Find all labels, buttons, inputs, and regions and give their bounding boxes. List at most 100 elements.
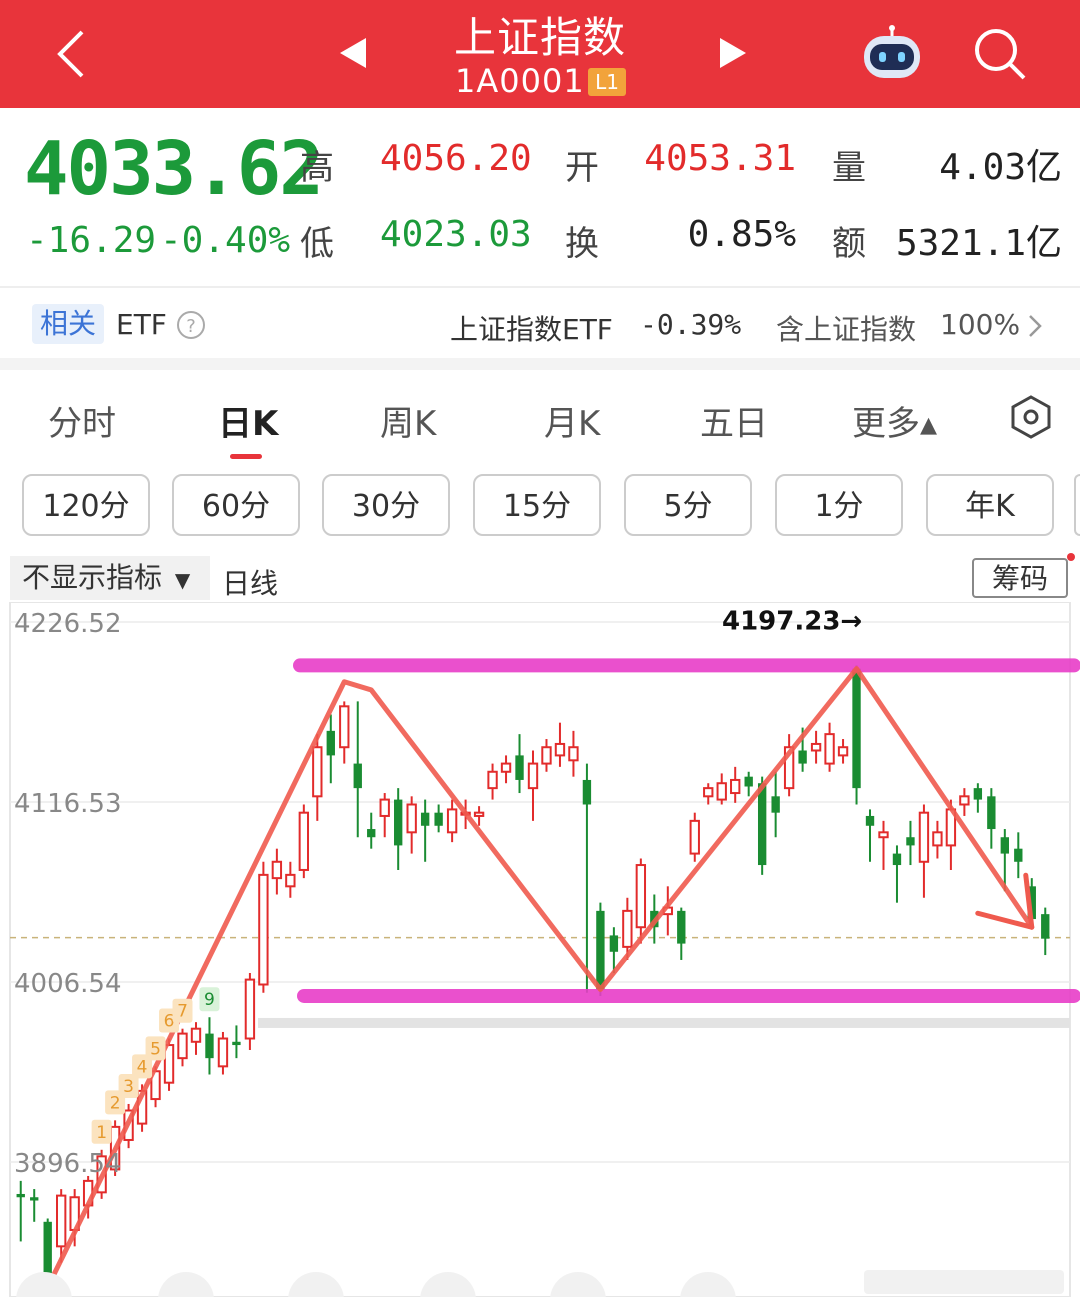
price-change-pct: -0.40% [160,220,291,261]
related-tag: 相关 [32,304,104,344]
low-value: 4023.03 [380,214,532,255]
period-chip-overflow [1074,474,1080,536]
settings-hexagon-icon[interactable] [1008,394,1054,440]
candle-body-up [312,746,323,798]
candle-body-down [677,910,686,944]
candle-body-up [568,746,579,762]
candle-body-up [473,811,485,817]
sequence-number: 3 [123,1077,134,1097]
stock-code: 1A0001 [455,62,585,100]
turnover-label: 换 [565,224,599,264]
candle-body-down [609,935,619,952]
candle-body-down [515,755,524,780]
chevron-right-icon[interactable] [1026,312,1044,340]
bottom-toolbar-hint [16,1270,1064,1297]
level-badge: L1 [588,68,626,96]
tab-intraday[interactable]: 分时 [48,396,116,445]
tab-monthly-k[interactable]: 月K [544,396,600,445]
candle-body-up [959,795,970,806]
robot-assistant-icon[interactable] [860,24,924,84]
etf-contains-pct: 100% [940,308,1021,341]
etf-fund-name[interactable]: 上证指数ETF [450,308,613,348]
candle-body-up [730,778,741,795]
period-15min[interactable]: 15分 [473,474,601,536]
page-title: 上证指数 [453,13,626,62]
y-tick-label: 4006.54 [14,969,122,999]
volume-value: 4.03亿 [939,147,1062,188]
chart-frame [9,602,1071,1297]
sequence-number: 9 [204,990,215,1010]
y-tick-label: 4116.53 [14,789,122,819]
candle-body-up [932,831,943,847]
candlestick-chart[interactable]: 4226.524116.534006.543896.54123456 794197… [0,602,1080,1297]
candle-body-up [446,808,458,834]
candle-body-down [1041,914,1050,939]
candle-body-up [177,1032,188,1060]
line-type-label: 日线 [222,567,279,600]
chips-button[interactable]: 筹码 [972,558,1068,598]
candle-body-down [232,1041,241,1046]
candle-body-up [244,978,256,1040]
indicator-selector-label: 不显示指标 [22,561,163,594]
tab-more[interactable]: 更多▴ [852,396,937,445]
price-change: -16.29 [26,220,157,261]
candle-body-down [771,796,780,813]
period-yearly-k[interactable]: 年K [926,474,1054,536]
candle-body-up [217,1037,229,1068]
candle-body-down [434,812,443,826]
candle-body-down [973,788,983,800]
etf-fund-change: -0.39% [640,308,742,341]
low-label: 低 [300,224,334,264]
tab-daily-k[interactable]: 日K [218,396,278,445]
candle-body-up [258,873,269,986]
candle-body-down [906,837,915,846]
help-icon[interactable]: ? [176,310,206,340]
candle-body-up [379,798,390,817]
tab-weekly-k[interactable]: 周K [380,396,436,445]
high-value: 4056.20 [380,138,532,179]
candle-body-down [205,1033,214,1059]
volume-divider-bar [258,1017,1070,1028]
candle-body-up [541,746,552,765]
sequence-number: 4 [137,1057,148,1077]
back-arrow-icon[interactable] [50,28,90,80]
tab-five-day[interactable]: 五日 [700,396,768,445]
divider [0,286,1080,288]
candle-body-down [420,812,430,826]
period-60min[interactable]: 60分 [172,474,300,536]
candle-body-down [596,910,605,990]
candle-body-up [190,1027,202,1043]
sequence-number: 1 [96,1123,107,1143]
search-icon[interactable] [972,26,1028,82]
open-value: 4053.31 [644,138,796,179]
period-1min[interactable]: 1分 [775,474,903,536]
candle-body-down [326,730,335,756]
candle-body-up [339,705,350,749]
next-triangle-icon[interactable] [716,36,748,70]
etf-label: ETF [116,308,167,341]
candle-body-down [798,750,807,764]
y-tick-label: 3896.54 [14,1149,122,1179]
candle-body-down [865,815,875,826]
candle-body-down [16,1193,25,1198]
candle-body-up [500,762,512,773]
etf-contains: 含上证指数 [776,313,917,346]
period-120min[interactable]: 120分 [22,474,150,536]
candle-body-down [394,799,403,846]
candle-body-up [716,782,727,801]
candle-body-up [824,733,835,765]
open-label: 开 [565,148,599,188]
candle-body-up [837,746,849,757]
peak-annotation: 4197.23→ [722,606,862,636]
period-30min[interactable]: 30分 [322,474,450,536]
period-5min[interactable]: 5分 [624,474,752,536]
sequence-number: 5 [150,1039,161,1059]
prev-triangle-icon[interactable] [338,36,370,70]
candle-body-down [582,779,592,805]
volume-label: 量 [832,148,866,188]
svg-text:?: ? [186,316,196,337]
candle-body-up [878,831,889,839]
turnover-value: 0.85% [687,214,796,255]
candle-body-down [852,668,861,789]
indicator-selector[interactable]: 不显示指标 ▼ [10,556,210,600]
